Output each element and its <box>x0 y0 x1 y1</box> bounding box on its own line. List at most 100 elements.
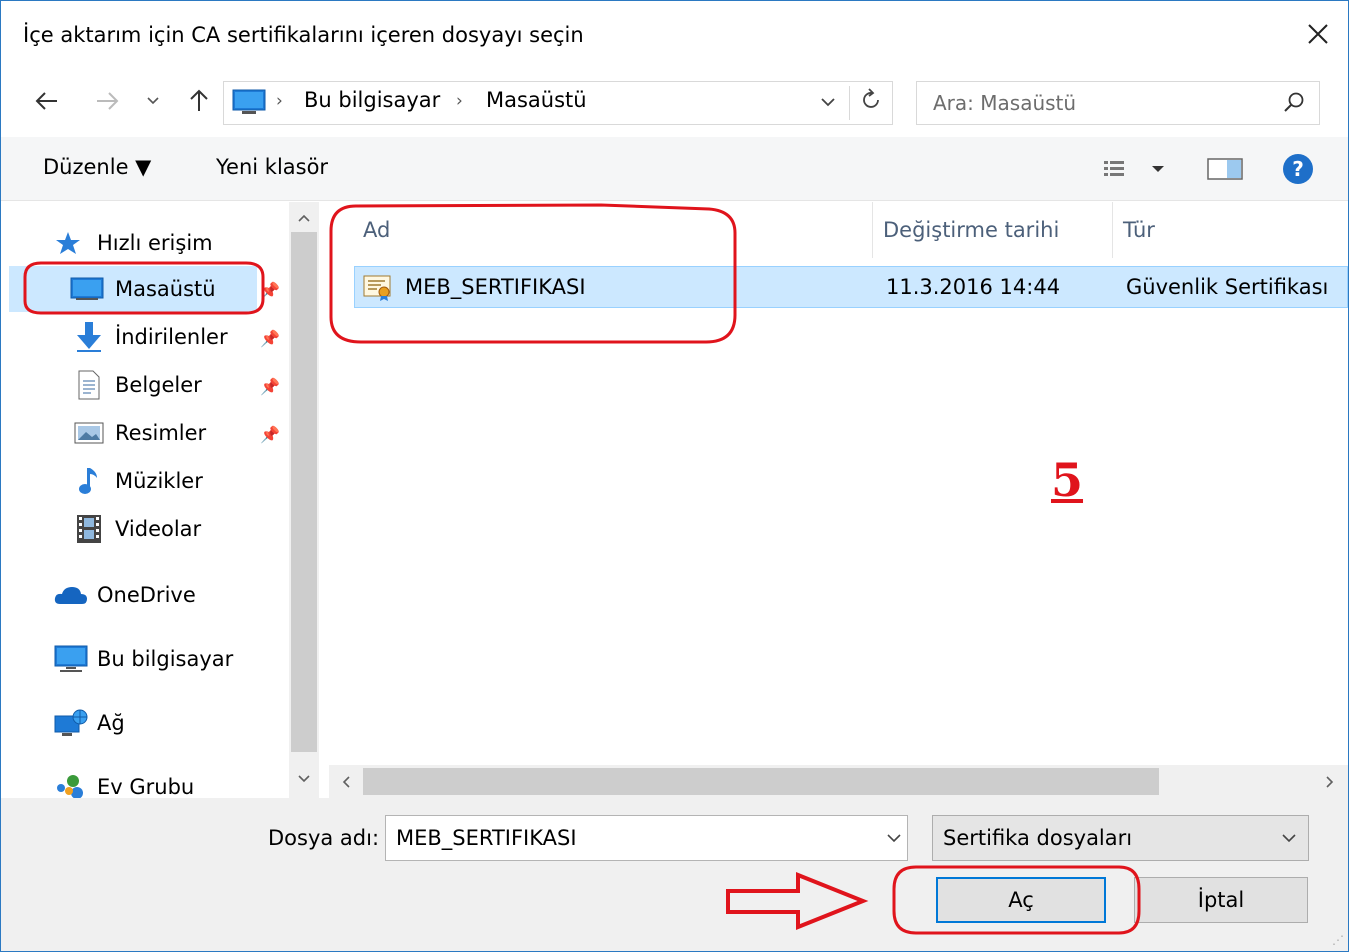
refresh-button[interactable] <box>856 88 888 116</box>
sidebar-item-videos[interactable]: Videolar <box>71 506 201 552</box>
search-placeholder: Ara: Masaüstü <box>933 91 1077 115</box>
pin-icon: 📌 <box>260 424 280 444</box>
command-bar: Düzenle ▼ Yeni klasör ? <box>1 137 1348 201</box>
breadcrumb-desktop[interactable]: Masaüstü <box>486 88 587 112</box>
cancel-button[interactable]: İptal <box>1134 877 1308 923</box>
search-icon <box>1284 92 1304 112</box>
filetype-value: Sertifika dosyaları <box>943 826 1133 850</box>
network-icon <box>53 707 89 739</box>
back-button[interactable] <box>29 83 65 119</box>
documents-icon <box>71 369 107 401</box>
column-header-type[interactable]: Tür <box>1113 202 1348 258</box>
sidebar-item-homegroup[interactable]: Ev Grubu <box>53 764 194 798</box>
address-dropdown-button[interactable] <box>814 91 842 112</box>
navigation-pane: Hızlı erişim Masaüstü 📌 İndirilenler 📌 B… <box>1 202 289 798</box>
computer-icon <box>53 643 89 675</box>
file-type: Güvenlik Sertifikası <box>1126 275 1329 299</box>
sidebar-item-music[interactable]: Müzikler <box>71 458 203 504</box>
file-row[interactable]: MEB_SERTIFIKASI 11.3.2016 14:44 Güvenlik… <box>354 266 1348 308</box>
close-icon <box>1308 24 1328 44</box>
file-open-dialog: İçe aktarım için CA sertifikalarını içer… <box>0 0 1349 952</box>
chevron-right-icon: › <box>276 91 283 111</box>
chevron-left-icon <box>342 775 350 788</box>
music-icon <box>71 465 107 497</box>
scrollbar-thumb[interactable] <box>291 232 317 752</box>
preview-pane-icon <box>1207 158 1243 180</box>
file-name: MEB_SERTIFIKASI <box>405 275 586 299</box>
cloud-icon <box>53 579 89 611</box>
step-number: 5 <box>1051 453 1084 507</box>
sidebar-item-label: OneDrive <box>97 583 196 607</box>
sidebar-item-label: Belgeler <box>115 373 202 397</box>
pin-icon: 📌 <box>260 376 280 396</box>
chevron-down-icon <box>887 834 901 843</box>
chevron-up-icon <box>298 214 310 222</box>
star-icon <box>53 227 83 259</box>
homegroup-icon <box>53 771 89 798</box>
sidebar-item-network[interactable]: Ağ <box>53 700 125 746</box>
column-header-date[interactable]: Değiştirme tarihi <box>873 202 1113 258</box>
sidebar-item-desktop[interactable]: Masaüstü <box>9 266 257 312</box>
chevron-down-icon <box>298 775 310 783</box>
chevron-down-icon <box>821 98 835 107</box>
video-icon <box>71 513 107 545</box>
sidebar-scrollbar[interactable] <box>289 202 319 798</box>
sidebar-item-downloads[interactable]: İndirilenler <box>71 314 228 360</box>
computer-icon <box>232 89 266 114</box>
organize-button[interactable]: Düzenle ▼ <box>43 155 151 179</box>
file-date: 11.3.2016 14:44 <box>886 275 1061 299</box>
sidebar-item-label: Bu bilgisayar <box>97 647 234 671</box>
new-folder-button[interactable]: Yeni klasör <box>216 155 328 179</box>
help-button[interactable]: ? <box>1282 153 1314 185</box>
chevron-down-icon <box>1282 828 1296 847</box>
window-title: İçe aktarım için CA sertifikalarını içer… <box>23 23 584 47</box>
sidebar-item-documents[interactable]: Belgeler <box>71 362 202 408</box>
horizontal-scrollbar[interactable] <box>329 765 1348 798</box>
up-button[interactable] <box>181 83 217 119</box>
resize-grip-icon[interactable]: ⋰ <box>1332 933 1344 947</box>
view-details-icon <box>1104 161 1164 176</box>
filename-dropdown-button[interactable] <box>887 828 901 847</box>
filename-input[interactable]: MEB_SERTIFIKASI <box>385 815 908 861</box>
sidebar-item-label: Videolar <box>115 517 202 541</box>
arrow-right-icon <box>97 92 119 110</box>
filename-label: Dosya adı: <box>268 826 380 850</box>
download-icon <box>71 321 107 353</box>
pin-icon: 📌 <box>260 328 280 348</box>
filename-value: MEB_SERTIFIKASI <box>396 826 577 850</box>
filetype-select[interactable]: Sertifika dosyaları <box>932 815 1309 861</box>
scroll-up-button[interactable] <box>289 204 319 232</box>
sidebar-item-label: Müzikler <box>115 469 203 493</box>
breadcrumb-this-pc[interactable]: Bu bilgisayar <box>304 88 440 112</box>
pictures-icon <box>71 417 107 449</box>
divider <box>849 86 850 120</box>
scroll-down-button[interactable] <box>289 765 319 793</box>
column-header-name[interactable]: Ad <box>353 202 873 258</box>
arrow-up-icon <box>190 89 208 111</box>
address-bar[interactable]: › Bu bilgisayar › Masaüstü <box>223 81 893 125</box>
close-button[interactable] <box>1288 5 1348 63</box>
sidebar-item-quick-access[interactable]: Hızlı erişim <box>53 220 213 266</box>
sidebar-item-pictures[interactable]: Resimler <box>71 410 206 456</box>
arrow-left-icon <box>35 92 57 110</box>
search-input[interactable]: Ara: Masaüstü <box>916 81 1320 125</box>
title-bar: İçe aktarım için CA sertifikalarını içer… <box>1 1 1348 69</box>
sidebar-item-onedrive[interactable]: OneDrive <box>53 572 196 618</box>
sidebar-item-label: Masaüstü <box>115 277 216 301</box>
preview-pane-button[interactable] <box>1205 153 1245 185</box>
file-list: Ad Değiştirme tarihi Tür MEB_SERTIFIKASI… <box>329 202 1348 765</box>
open-button[interactable]: Aç <box>936 877 1106 923</box>
sidebar-item-this-pc[interactable]: Bu bilgisayar <box>53 636 233 682</box>
recent-locations-button[interactable] <box>141 83 165 119</box>
chevron-right-icon: › <box>456 91 463 111</box>
scroll-right-button[interactable] <box>1315 765 1345 798</box>
scroll-left-button[interactable] <box>331 765 361 798</box>
chevron-right-icon <box>1326 775 1334 788</box>
scrollbar-thumb[interactable] <box>363 768 1159 795</box>
address-row: › Bu bilgisayar › Masaüstü Ara: Masaüstü <box>1 73 1348 131</box>
refresh-icon <box>863 88 879 108</box>
sidebar-item-label: İndirilenler <box>115 325 228 349</box>
help-icon: ? <box>1283 154 1313 184</box>
view-options-button[interactable] <box>1099 153 1169 185</box>
forward-button[interactable] <box>89 83 125 119</box>
